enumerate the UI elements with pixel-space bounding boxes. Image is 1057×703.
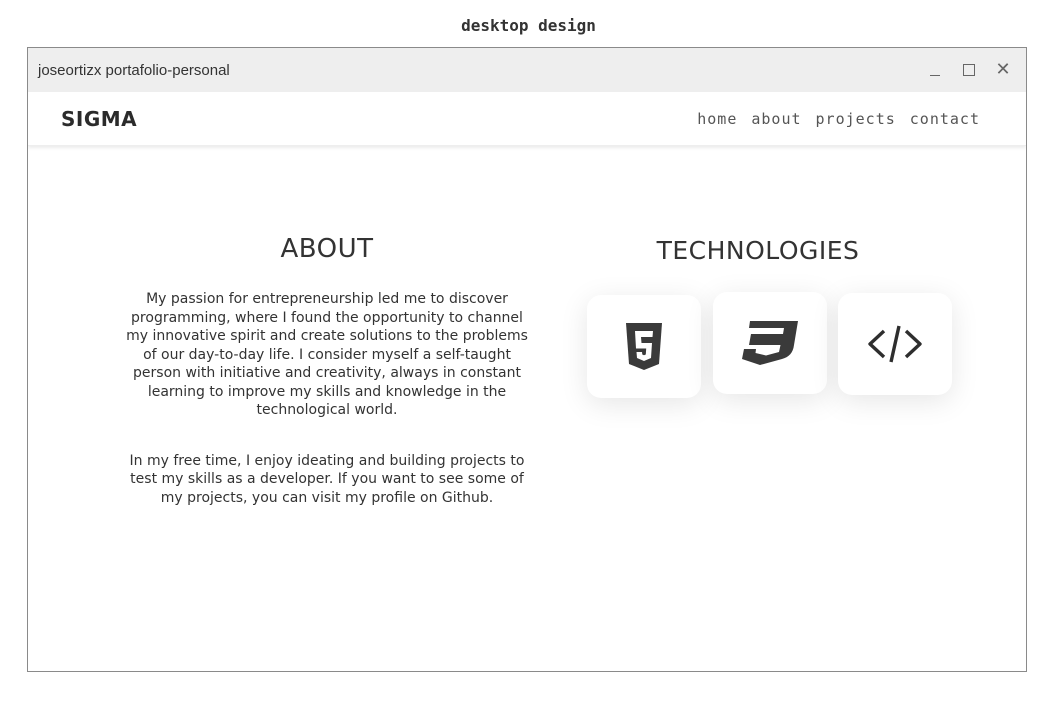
nav-link-home[interactable]: home bbox=[697, 110, 737, 128]
minimize-icon[interactable] bbox=[926, 61, 944, 79]
close-icon[interactable]: ✕ bbox=[994, 61, 1012, 79]
code-icon bbox=[868, 325, 922, 363]
html5-card bbox=[587, 295, 701, 398]
about-heading: ABOUT bbox=[280, 234, 374, 264]
nav-link-projects[interactable]: projects bbox=[816, 110, 896, 128]
html5-icon bbox=[626, 322, 662, 370]
page-content: ABOUT My passion for entrepreneurship le… bbox=[28, 146, 1026, 671]
window-controls: ✕ bbox=[926, 61, 1016, 79]
maximize-icon[interactable] bbox=[960, 61, 978, 79]
about-paragraph-1: My passion for entrepreneurship led me t… bbox=[126, 291, 528, 418]
site-logo[interactable]: SIGMA bbox=[61, 107, 137, 131]
about-paragraph-2: In my free time, I enjoy ideating and bu… bbox=[129, 452, 525, 506]
window-title: joseortizx portafolio-personal bbox=[38, 61, 230, 79]
nav-link-contact[interactable]: contact bbox=[910, 110, 980, 128]
technologies-heading: TECHNOLOGIES bbox=[656, 236, 860, 265]
window-titlebar: joseortizx portafolio-personal ✕ bbox=[28, 48, 1026, 92]
nav-links: home about projects contact bbox=[697, 110, 980, 128]
about-section: ABOUT My passion for entrepreneurship le… bbox=[122, 234, 532, 507]
design-caption: desktop design bbox=[461, 16, 596, 35]
browser-window: joseortizx portafolio-personal ✕ SIGMA h… bbox=[27, 47, 1027, 672]
css3-icon bbox=[742, 321, 798, 365]
technologies-section: TECHNOLOGIES bbox=[568, 236, 952, 398]
css3-card bbox=[713, 292, 827, 394]
code-card bbox=[838, 293, 952, 395]
technology-cards bbox=[587, 292, 967, 402]
navbar: SIGMA home about projects contact bbox=[28, 92, 1026, 146]
nav-link-about[interactable]: about bbox=[751, 110, 801, 128]
